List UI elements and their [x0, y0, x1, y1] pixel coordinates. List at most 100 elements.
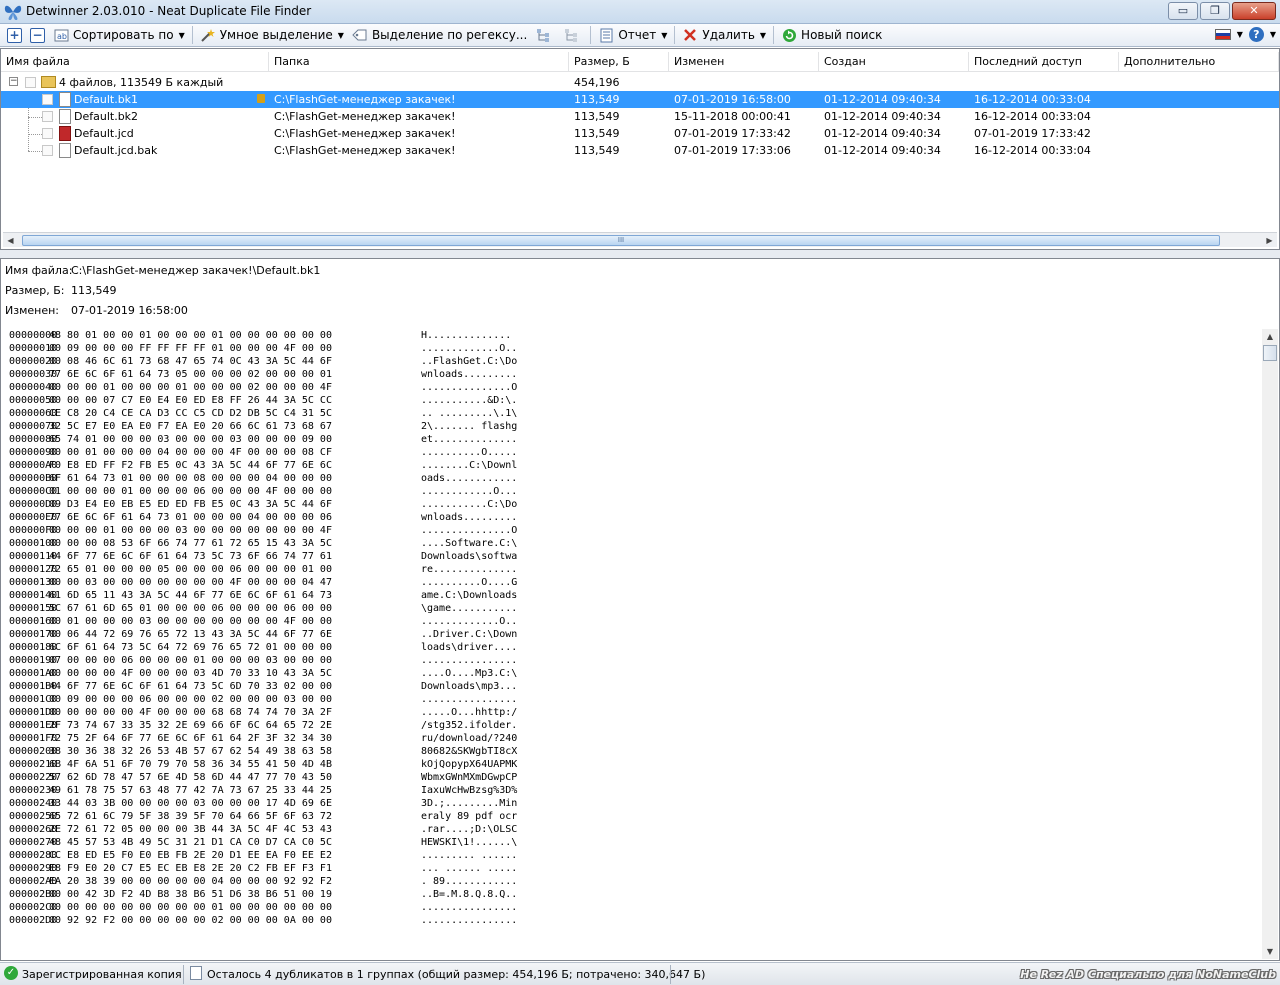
- file-icon: [59, 92, 71, 107]
- file-accessed: 16-12-2014 00:33:04: [974, 144, 1091, 157]
- hex-bytes: CC E8 ED E5 F0 E0 EB FB 2E 20 D1 EE EA F…: [49, 850, 332, 861]
- hex-bytes: 77 6E 6C 6F 61 64 73 01 00 00 00 04 00 0…: [49, 512, 332, 523]
- group-checkbox[interactable]: [25, 77, 36, 88]
- collapse-all-button[interactable]: −: [26, 25, 49, 45]
- file-folder: C:\FlashGet-менеджер закачек!: [274, 127, 456, 140]
- hex-bytes: 00 00 00 01 00 00 00 01 00 00 00 02 00 0…: [49, 382, 332, 393]
- column-header-filename[interactable]: Имя файла: [1, 52, 269, 72]
- hex-row: 00000220 57 62 6D 78 47 57 6E 4D 58 6D 44…: [9, 771, 1259, 784]
- column-header-accessed[interactable]: Последний доступ: [969, 52, 1119, 72]
- scroll-left-icon[interactable]: ◀: [3, 233, 18, 248]
- jcd-file-icon: [59, 126, 71, 141]
- hex-row: 00000110 44 6F 77 6E 6C 6F 61 64 73 5C 73…: [9, 550, 1259, 563]
- hex-row: 000002A0 EA 20 38 39 00 00 00 00 00 04 00…: [9, 875, 1259, 888]
- duplicate-list[interactable]: Имя файла Папка Размер, Б Изменен Создан…: [0, 48, 1280, 250]
- pane-splitter[interactable]: [0, 250, 1280, 258]
- file-modified: 07-01-2019 17:33:42: [674, 127, 791, 140]
- hex-ascii: ...............O: [421, 525, 518, 536]
- hex-row: 000001F0 72 75 2F 64 6F 77 6E 6C 6F 61 64…: [9, 732, 1259, 745]
- row-checkbox[interactable]: [42, 111, 53, 122]
- report-button[interactable]: Отчет ▼: [594, 25, 671, 45]
- hex-row: 000001A0 00 00 00 00 4F 00 00 00 03 4D 70…: [9, 667, 1259, 680]
- new-search-label: Новый поиск: [801, 28, 883, 42]
- sort-by-button[interactable]: ab Сортировать по ▼: [49, 25, 189, 45]
- column-header-modified[interactable]: Изменен: [669, 52, 819, 72]
- scroll-thumb[interactable]: [1263, 345, 1277, 361]
- scroll-thumb[interactable]: III: [22, 235, 1220, 246]
- hex-ascii: .. .........\.1\: [421, 408, 518, 419]
- hex-bytes: 2E 72 61 72 05 00 00 00 3B 44 3A 5C 4F 4…: [49, 824, 332, 835]
- scroll-right-icon[interactable]: ▶: [1262, 233, 1277, 248]
- unselect-tree-button[interactable]: [559, 25, 587, 45]
- chevron-down-icon[interactable]: ▼: [1237, 30, 1243, 39]
- maximize-button[interactable]: ❐: [1200, 2, 1230, 20]
- close-button[interactable]: ✕: [1232, 2, 1276, 20]
- hex-ascii: oads............: [421, 473, 518, 484]
- collapse-icon[interactable]: −: [9, 77, 18, 86]
- hex-row: 000000C0 01 00 00 00 01 00 00 00 06 00 00…: [9, 485, 1259, 498]
- hex-bytes: 72 65 01 00 00 00 05 00 00 00 06 00 00 0…: [49, 564, 332, 575]
- hex-viewer[interactable]: 00000000 48 80 01 00 00 01 00 00 00 01 00…: [9, 329, 1259, 927]
- chevron-down-icon: ▼: [759, 30, 767, 40]
- file-size: 113,549: [574, 127, 620, 140]
- hex-bytes: 00 00 00 00 4F 00 00 00 03 4D 70 33 10 4…: [49, 668, 332, 679]
- hex-row: 000000D0 09 D3 E4 E0 EB E5 ED ED FB E5 0C…: [9, 498, 1259, 511]
- detail-modified-value: 07-01-2019 16:58:00: [71, 304, 188, 317]
- hex-ascii: 3D.;.........Min: [421, 798, 518, 809]
- hex-ascii: ru/download/?240: [421, 733, 518, 744]
- table-row[interactable]: Default.jcd C:\FlashGet-менеджер закачек…: [1, 125, 1279, 142]
- new-search-button[interactable]: Новый поиск: [777, 25, 886, 45]
- hex-bytes: 72 75 2F 64 6F 77 6E 6C 6F 61 64 2F 3F 3…: [49, 733, 332, 744]
- table-row[interactable]: Default.bk2 C:\FlashGet-менеджер закачек…: [1, 108, 1279, 125]
- delete-label: Удалить: [702, 28, 755, 42]
- chevron-down-icon: ▼: [337, 30, 344, 40]
- hex-ascii: .............O..: [421, 616, 518, 627]
- file-name: Default.jcd: [74, 127, 134, 140]
- hex-row: 00000200 38 30 36 38 32 26 53 4B 57 67 62…: [9, 745, 1259, 758]
- hex-bytes: CE C8 20 C4 CE CA D3 CC C5 CD D2 DB 5C C…: [49, 408, 332, 419]
- table-row[interactable]: Default.jcd.bak C:\FlashGet-менеджер зак…: [1, 142, 1279, 159]
- column-header-size[interactable]: Размер, Б: [569, 52, 669, 72]
- column-header-extra[interactable]: Дополнительно: [1119, 52, 1279, 72]
- delete-button[interactable]: Удалить ▼: [678, 25, 770, 45]
- detail-modified-label: Изменен:: [5, 304, 60, 317]
- group-row[interactable]: − 4 файлов, 113549 Б каждый 454,196: [1, 74, 1279, 91]
- row-checkbox[interactable]: [42, 128, 53, 139]
- plus-icon: +: [7, 27, 22, 43]
- sort-by-label: Сортировать по: [73, 28, 174, 42]
- regex-select-button[interactable]: Выделение по регексу...: [348, 25, 531, 45]
- horizontal-scrollbar[interactable]: ◀ III ▶: [3, 232, 1277, 247]
- hex-ascii: ................: [421, 915, 518, 926]
- hex-row: 00000030 77 6E 6C 6F 61 64 73 05 00 00 00…: [9, 368, 1259, 381]
- list-header: Имя файла Папка Размер, Б Изменен Создан…: [1, 52, 1279, 72]
- detail-filename-label: Имя файла:: [5, 264, 73, 277]
- select-tree-button[interactable]: [531, 25, 559, 45]
- red-x-icon: [682, 27, 698, 43]
- magic-wand-icon: [200, 27, 216, 43]
- scroll-down-icon[interactable]: ▼: [1262, 944, 1278, 959]
- minimize-button[interactable]: ▭: [1168, 2, 1198, 20]
- column-header-folder[interactable]: Папка: [269, 52, 569, 72]
- column-header-created[interactable]: Создан: [819, 52, 969, 72]
- hex-row: 00000020 00 08 46 6C 61 73 68 47 65 74 0C…: [9, 355, 1259, 368]
- smart-select-button[interactable]: Умное выделение ▼: [196, 25, 348, 45]
- language-flag-icon[interactable]: [1214, 29, 1231, 40]
- hex-bytes: 57 62 6D 78 47 57 6E 4D 58 6D 44 47 77 7…: [49, 772, 332, 783]
- hex-bytes: 00 00 00 01 00 00 00 03 00 00 00 00 00 0…: [49, 525, 332, 536]
- hex-bytes: EA 20 38 39 00 00 00 00 00 04 00 00 00 9…: [49, 876, 332, 887]
- chevron-down-icon[interactable]: ▼: [1270, 30, 1276, 39]
- row-checkbox[interactable]: [42, 145, 53, 156]
- hex-row: 00000280 CC E8 ED E5 F0 E0 EB FB 2E 20 D1…: [9, 849, 1259, 862]
- expand-all-button[interactable]: +: [3, 25, 26, 45]
- table-row[interactable]: Default.bk1 C:\FlashGet-менеджер закачек…: [1, 91, 1279, 108]
- help-icon[interactable]: ?: [1248, 27, 1264, 42]
- hex-ascii: eraly 89 pdf ocr: [421, 811, 518, 822]
- row-checkbox[interactable]: [42, 94, 53, 105]
- vertical-scrollbar[interactable]: ▲ ▼: [1262, 329, 1278, 959]
- hex-bytes: F0 E8 ED FF F2 FB E5 0C 43 3A 5C 44 6F 7…: [49, 460, 332, 471]
- file-icon: [59, 143, 71, 158]
- hex-ascii: wnloads.........: [421, 512, 518, 523]
- scroll-up-icon[interactable]: ▲: [1262, 329, 1278, 344]
- file-details-panel: Имя файла: C:\FlashGet-менеджер закачек!…: [0, 258, 1280, 961]
- hex-bytes: 00 00 42 3D F2 4D B8 38 B6 51 D6 38 B6 5…: [49, 889, 332, 900]
